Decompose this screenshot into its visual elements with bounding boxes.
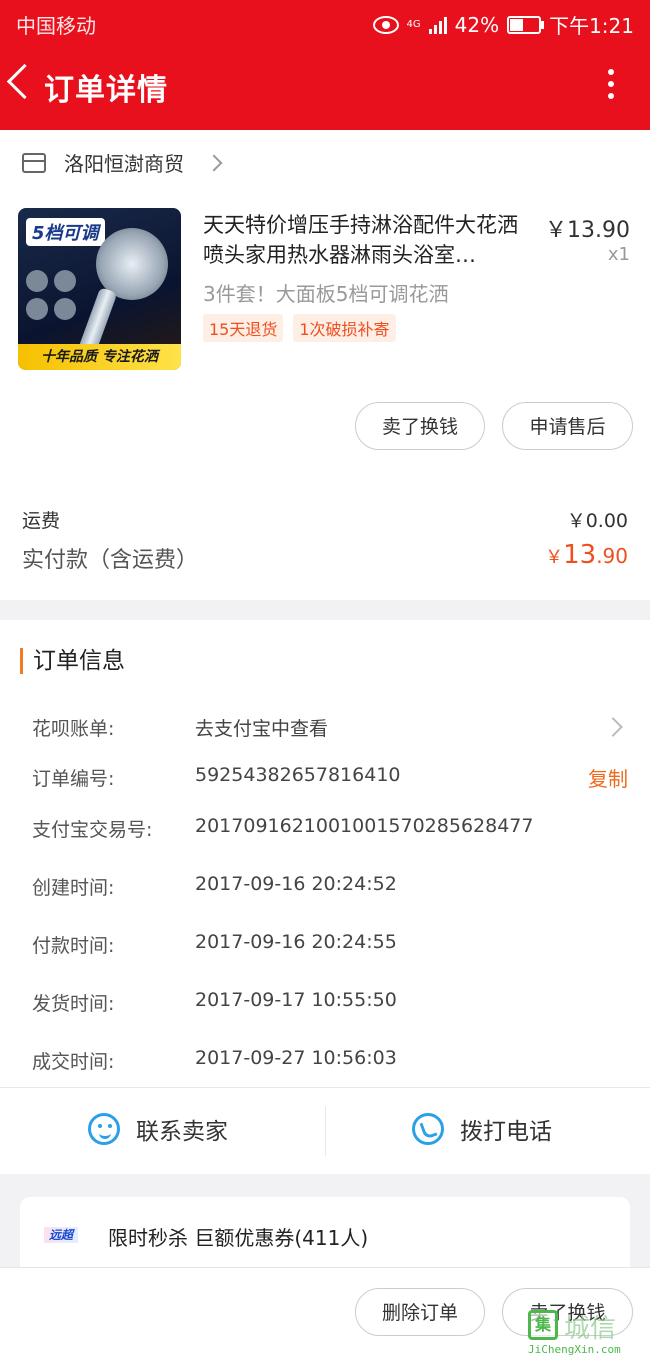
carrier-name: 中国移动 [16, 14, 96, 38]
status-bar: 中国移动 4G 42% 下午1:21 [0, 0, 650, 45]
phone-icon [412, 1113, 444, 1145]
call-label: 拨打电话 [460, 1119, 552, 1145]
spray-modes-graphic [26, 270, 86, 320]
call-button[interactable]: 拨打电话 [412, 1112, 552, 1146]
network-type: 4G [406, 18, 421, 30]
chevron-right-icon [205, 154, 223, 171]
product-price: ￥13.90 [545, 218, 630, 243]
status-indicators: 4G 42% 下午1:21 [372, 10, 634, 39]
order-info-card: 订单信息 花呗账单: 去支付宝中查看 订单编号: 592543826578164… [0, 620, 650, 1174]
completed-time-label: 成交时间: [32, 1051, 115, 1073]
page-title: 订单详情 [44, 73, 168, 108]
tag-damage: 1次破损补寄 [293, 314, 396, 342]
contact-seller-button[interactable]: 联系卖家 [88, 1112, 228, 1146]
shipping-value: ￥0.00 [566, 510, 628, 532]
alipay-trade-label: 支付宝交易号: [32, 819, 153, 841]
signal-icon [428, 16, 447, 34]
watermark-url: JiChengXin.com [528, 1343, 621, 1356]
watermark-logo: 集 [528, 1310, 558, 1340]
created-time-label: 创建时间: [32, 877, 115, 899]
huabei-label: 花呗账单: [32, 718, 115, 740]
order-info-heading: 订单信息 [20, 648, 125, 674]
order-number-label: 订单编号: [32, 768, 115, 790]
shop-name: 洛阳恒澍商贸 [64, 152, 184, 176]
promo-banner[interactable]: 远超 限时秒杀 巨额优惠券(411人) [20, 1197, 630, 1277]
store-icon [22, 152, 46, 173]
shipped-time-value: 2017-09-17 10:55:50 [195, 989, 397, 1011]
delete-order-button[interactable]: 删除订单 [355, 1288, 485, 1336]
shipping-label: 运费 [22, 510, 61, 532]
total-paid-value: ￥13.90 [545, 540, 628, 570]
completed-time-value: 2017-09-27 10:56:03 [195, 1047, 397, 1069]
after-sales-button[interactable]: 申请售后 [502, 402, 633, 450]
battery-percent: 42% [454, 12, 500, 37]
more-icon[interactable] [608, 69, 614, 99]
product-image-badge: 5档可调 [26, 218, 105, 246]
shop-link[interactable]: 洛阳恒澍商贸 [22, 148, 223, 177]
total-paid-label: 实付款（含运费） [22, 548, 199, 573]
divider [0, 1087, 650, 1088]
order-number-value: 59254382657816410 [195, 764, 401, 786]
product-image[interactable]: 5档可调 十年品质 专注花洒 [18, 208, 181, 370]
product-sku: 3件套！大面板5档可调花洒 [203, 282, 449, 306]
contact-seller-label: 联系卖家 [136, 1119, 228, 1145]
alipay-trade-value: 2017091621001001570285628477 [195, 815, 534, 837]
nav-bar: 订单详情 [0, 45, 650, 130]
promo-logo: 远超 [44, 1227, 78, 1243]
promo-text: 限时秒杀 巨额优惠券(411人) [108, 1226, 369, 1250]
bottom-action-bar: 删除订单 卖了换钱 集 城信 JiChengXin.com [0, 1267, 650, 1358]
amount-decimal: .90 [596, 544, 628, 568]
divider [325, 1106, 326, 1156]
top-bar: 中国移动 4G 42% 下午1:21 订单详情 [0, 0, 650, 130]
product-image-banner: 十年品质 专注花洒 [18, 344, 181, 370]
order-item-card: 洛阳恒澍商贸 5档可调 十年品质 专注花洒 天天特价增压手持淋浴配件大花洒喷头家… [0, 130, 650, 600]
paid-time-value: 2017-09-16 20:24:55 [195, 931, 397, 953]
created-time-value: 2017-09-16 20:24:52 [195, 873, 397, 895]
service-tags: 15天退货 1次破损补寄 [203, 314, 396, 342]
currency-symbol: ￥ [545, 547, 564, 568]
shipped-time-label: 发货时间: [32, 993, 115, 1015]
site-watermark: 集 城信 JiChengXin.com [524, 1302, 646, 1358]
product-quantity: x1 [607, 244, 630, 265]
amount-integer: 13 [563, 540, 597, 570]
chat-icon [88, 1113, 120, 1145]
eye-icon [372, 15, 399, 34]
huabei-link[interactable]: 去支付宝中查看 [195, 714, 328, 741]
paid-time-label: 付款时间: [32, 935, 115, 957]
tag-return: 15天退货 [203, 314, 284, 342]
chevron-right-icon[interactable] [603, 717, 623, 737]
copy-button[interactable]: 复制 [588, 763, 628, 792]
battery-level [510, 18, 523, 31]
sell-for-cash-button[interactable]: 卖了换钱 [355, 402, 485, 450]
back-icon[interactable] [6, 63, 43, 100]
product-title[interactable]: 天天特价增压手持淋浴配件大花洒喷头家用热水器淋雨头浴室… [203, 210, 538, 270]
clock: 下午1:21 [549, 14, 634, 38]
watermark-text: 城信 [564, 1314, 617, 1344]
battery-icon [507, 15, 545, 34]
